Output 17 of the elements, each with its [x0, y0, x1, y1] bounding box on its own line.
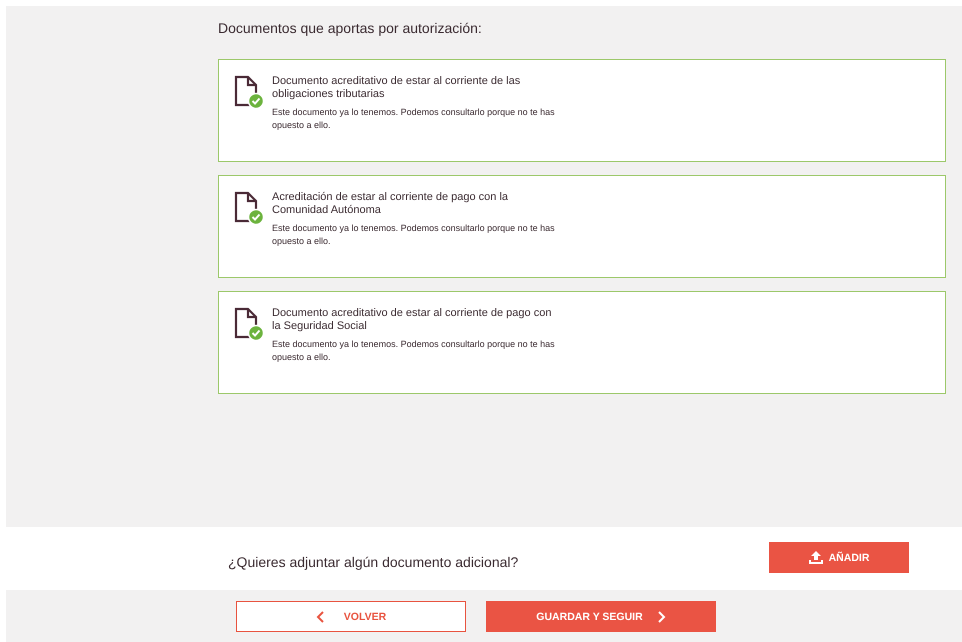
document-check-icon: [234, 191, 264, 225]
chevron-right-icon: [658, 610, 666, 622]
document-title: Acreditación de estar al corriente de pago con la Comunidad Autónoma: [272, 191, 510, 217]
chevron-left-icon: [316, 610, 324, 622]
document-note: Este documento ya lo tenemos. Podemos consultarlo porque no te has opuesto a ello.: [272, 338, 556, 363]
additional-question: ¿Quieres adjuntar algún documento adicional?: [228, 552, 518, 570]
back-button[interactable]: VOLVER: [236, 601, 466, 632]
section-title: Documentos que aportas por autorización:: [218, 20, 483, 36]
document-check-icon: [234, 307, 264, 341]
save-continue-button[interactable]: GUARDAR Y SEGUIR: [486, 601, 716, 632]
document-check-icon: [234, 75, 264, 109]
document-note: Este documento ya lo tenemos. Podemos consultarlo porque no te has opuesto a ello.: [272, 106, 556, 131]
document-title: Documento acreditativo de estar al corriente de pago con la Seguridad Social: [272, 307, 552, 333]
document-title: Documento acreditativo de estar al corriente de las obligaciones tributarias: [272, 75, 522, 101]
document-note: Este documento ya lo tenemos. Podemos consultarlo porque no te has opuesto a ello.: [272, 222, 556, 247]
add-button[interactable]: AÑADIR: [769, 542, 909, 573]
upload-icon: [808, 551, 823, 564]
